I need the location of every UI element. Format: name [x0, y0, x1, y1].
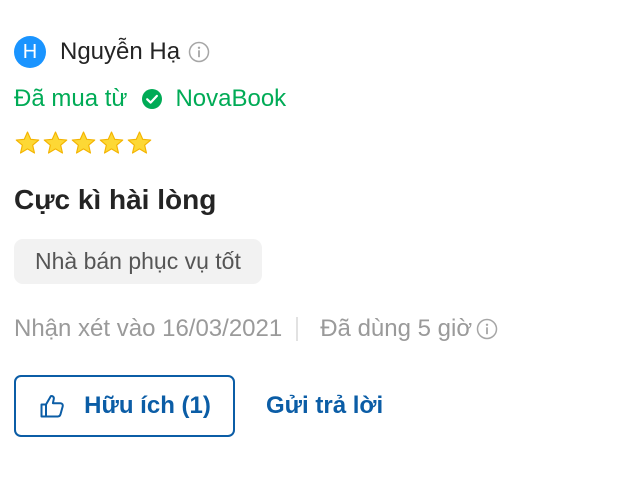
reviewer-info-icon[interactable] [188, 41, 210, 63]
thumbs-up-icon [38, 392, 66, 420]
meta-divider [296, 317, 299, 341]
avatar: H [14, 36, 46, 68]
review-title: Cực kì hài lòng [14, 184, 217, 215]
star-icon [42, 130, 69, 157]
attribute-tag-label: Nhà bán phục vụ tốt [35, 248, 241, 274]
review-attribute-tag: Nhà bán phục vụ tốt [14, 239, 262, 284]
review-date: Nhận xét vào 16/03/2021 [14, 315, 283, 342]
reviewer-name: Nguyễn Hạ [60, 38, 181, 65]
usage-info-icon[interactable] [476, 318, 498, 340]
star-icon [98, 130, 125, 157]
purchase-source: Đã mua từ NovaBook [14, 84, 286, 114]
review-card: H Nguyễn Hạ Đã mua từ NovaBook Cực kì hà… [0, 0, 627, 503]
check-circle-icon [141, 88, 163, 110]
star-icon [14, 130, 41, 157]
reply-link[interactable]: Gửi trả lời [266, 392, 383, 420]
purchase-prefix: Đã mua từ [14, 85, 128, 112]
helpful-button-label: Hữu ích (1) [84, 392, 211, 419]
reviewer-row: H Nguyễn Hạ [14, 36, 210, 68]
helpful-button[interactable]: Hữu ích (1) [14, 375, 235, 437]
rating-stars [14, 130, 153, 157]
star-icon [126, 130, 153, 157]
avatar-letter: H [22, 40, 38, 63]
review-meta: Nhận xét vào 16/03/2021 Đã dùng 5 giờ [14, 313, 498, 345]
seller-name: NovaBook [175, 85, 287, 112]
star-icon [70, 130, 97, 157]
usage-duration: Đã dùng 5 giờ [320, 315, 473, 342]
